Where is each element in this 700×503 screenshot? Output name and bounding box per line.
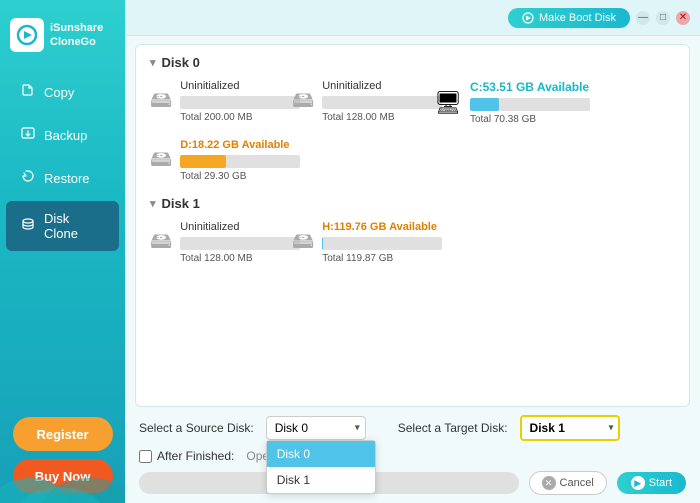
disk0-bar3 <box>470 98 590 111</box>
target-label: Select a Target Disk: <box>398 421 508 435</box>
titlebar: Make Boot Disk — □ ✕ <box>125 0 700 36</box>
register-button[interactable]: Register <box>13 417 113 451</box>
disk1-chevron: ▾ <box>150 197 156 210</box>
disk-item-c: 🖥 C:53.51 GB Available Total 70.38 GB <box>434 80 564 125</box>
source-option-disk0[interactable]: Disk 0 <box>267 441 375 467</box>
cancel-icon: ✕ <box>542 476 556 490</box>
maximize-button[interactable]: □ <box>656 11 670 25</box>
after-finished-label[interactable]: After Finished: <box>139 449 234 463</box>
disk0-items: 🖴 Uninitialized Total 200.00 MB 🖴 Unini <box>150 80 675 125</box>
sidebar-item-disk-clone[interactable]: Disk Clone <box>6 201 119 251</box>
disk-item-uninit1: 🖴 Uninitialized Total 200.00 MB <box>150 80 280 125</box>
after-finished-checkbox[interactable] <box>139 450 152 463</box>
drive-icon-c: 🖥 <box>434 90 462 116</box>
nav-items: Copy Backup Restore <box>0 70 125 407</box>
target-dropdown-wrapper: Disk 1 Disk 0 ▾ <box>520 415 620 441</box>
target-disk-select[interactable]: Disk 1 Disk 0 <box>520 415 620 441</box>
disk0-chevron: ▾ <box>150 56 156 69</box>
disk-clone-icon <box>20 216 36 237</box>
after-row: After Finished: Operate Alternate <box>139 449 686 463</box>
sidebar-item-backup[interactable]: Backup <box>6 115 119 156</box>
logo-area: iSunshare CloneGo <box>0 10 125 60</box>
backup-icon <box>20 125 36 146</box>
disk0-bar1 <box>180 96 300 109</box>
source-option-disk1[interactable]: Disk 1 <box>267 467 375 493</box>
source-disk-select[interactable]: Disk 0 Disk 1 <box>266 416 366 440</box>
start-icon: ▶ <box>631 476 645 490</box>
sidebar-item-restore[interactable]: Restore <box>6 158 119 199</box>
controls-area: Select a Source Disk: Disk 0 Disk 1 ▾ Di… <box>125 407 700 503</box>
source-dropdown-popup: Disk 0 Disk 1 <box>266 440 376 494</box>
disk0-fill3 <box>470 98 499 111</box>
cancel-button[interactable]: ✕ Cancel <box>529 471 607 495</box>
disk1-fill2 <box>322 237 323 250</box>
make-boot-disk-button[interactable]: Make Boot Disk <box>508 8 630 28</box>
disk0-items-row2: 🖴 D:18.22 GB Available Total 29.30 GB <box>150 139 675 182</box>
drive-icon-h: 🖴 <box>292 224 314 262</box>
boot-disk-icon <box>522 12 534 24</box>
disk0-bar2 <box>322 96 442 109</box>
drive-icon-uninit2: 🖴 <box>292 83 314 121</box>
logo-text: iSunshare CloneGo <box>50 21 103 50</box>
disk1-bar2 <box>322 237 442 250</box>
disk1-bar1 <box>180 237 300 250</box>
close-button[interactable]: ✕ <box>676 11 690 25</box>
sidebar-bottom: Register Buy Now <box>0 407 125 503</box>
source-target-row: Select a Source Disk: Disk 0 Disk 1 ▾ Di… <box>139 415 686 441</box>
drive-icon-d: 🖴 <box>150 142 172 180</box>
source-label: Select a Source Disk: <box>139 421 254 435</box>
start-button[interactable]: ▶ Start <box>617 472 686 494</box>
disk-item-uninit3: 🖴 Uninitialized Total 128.00 MB <box>150 221 280 264</box>
copy-icon <box>20 82 36 103</box>
disk1-items: 🖴 Uninitialized Total 128.00 MB 🖴 H:119 <box>150 221 675 264</box>
disk-area: ▾ Disk 0 🖴 Uninitialized Total 200.00 MB <box>135 44 690 407</box>
buy-now-button[interactable]: Buy Now <box>13 459 113 493</box>
logo-icon <box>10 18 44 52</box>
minimize-button[interactable]: — <box>636 11 650 25</box>
main-area: Make Boot Disk — □ ✕ ▾ Disk 0 🖴 Uninitia… <box>125 0 700 503</box>
drive-icon-uninit1: 🖴 <box>150 83 172 121</box>
sidebar-item-copy[interactable]: Copy <box>6 72 119 113</box>
disk-item-uninit2: 🖴 Uninitialized Total 128.00 MB <box>292 80 422 125</box>
disk0-bar4 <box>180 155 300 168</box>
disk0-fill4 <box>180 155 226 168</box>
disk-item-d: 🖴 D:18.22 GB Available Total 29.30 GB <box>150 139 280 182</box>
drive-icon-uninit3: 🖴 <box>150 224 172 262</box>
disk0-header[interactable]: ▾ Disk 0 <box>150 55 675 70</box>
progress-row: 0% ✕ Cancel ▶ Start <box>139 471 686 495</box>
disk-item-h: 🖴 H:119.76 GB Available Total 119.87 GB <box>292 221 422 264</box>
source-dropdown-wrapper: Disk 0 Disk 1 ▾ Disk 0 Disk 1 ➤ <box>266 416 366 440</box>
disk1-header[interactable]: ▾ Disk 1 <box>150 196 675 211</box>
sidebar: iSunshare CloneGo Copy Backup <box>0 0 125 503</box>
restore-icon <box>20 168 36 189</box>
